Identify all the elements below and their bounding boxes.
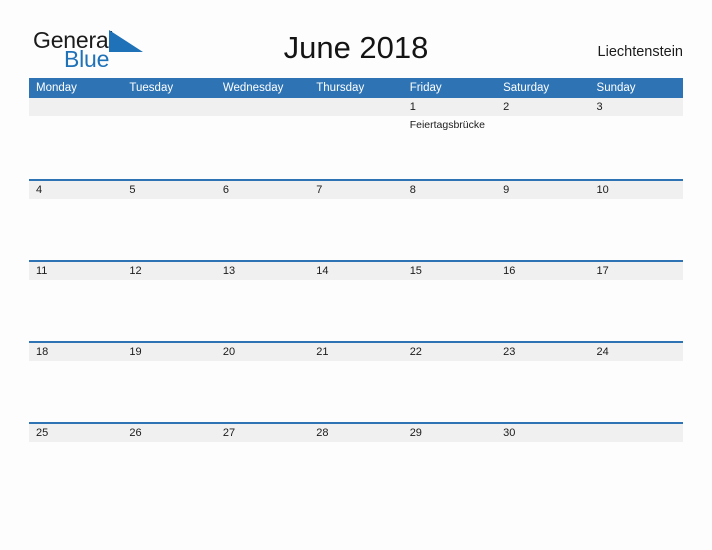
weekday-sunday: Sunday (596, 82, 636, 94)
day-number: 7 (316, 184, 323, 196)
week-row: 25 26 27 28 29 30 (29, 422, 683, 503)
day-cell[interactable]: 12 (122, 262, 215, 341)
day-cell[interactable]: 11 (29, 262, 122, 341)
day-number: 28 (316, 427, 329, 439)
day-cell[interactable] (29, 98, 122, 179)
day-number: 5 (129, 184, 136, 196)
day-cell[interactable]: 1 Feiertagsbrücke (403, 98, 496, 179)
page-header: General Blue June 2018 Liechtenstein (0, 0, 712, 76)
day-cell[interactable]: 9 (496, 181, 589, 260)
weekday-saturday: Saturday (503, 82, 550, 94)
day-number: 4 (36, 184, 43, 196)
day-cell[interactable]: 22 (403, 343, 496, 422)
day-cell[interactable]: 25 (29, 424, 122, 503)
day-number (129, 101, 215, 114)
day-number: 14 (316, 265, 329, 277)
day-cell[interactable]: 29 (403, 424, 496, 503)
day-cell[interactable]: 21 (309, 343, 402, 422)
day-number: 17 (596, 265, 609, 277)
weekday-wednesday: Wednesday (222, 82, 284, 94)
week-row: 4 5 6 7 8 9 10 (29, 179, 683, 260)
day-number: 3 (596, 101, 603, 113)
day-number: 25 (36, 427, 49, 439)
region-label: Liechtenstein (597, 44, 683, 60)
day-cell[interactable] (122, 98, 215, 179)
day-cell[interactable]: 5 (122, 181, 215, 260)
day-number: 18 (36, 346, 49, 358)
day-cell[interactable]: 24 (590, 343, 683, 422)
day-number: 22 (409, 346, 422, 358)
day-number: 23 (503, 346, 516, 358)
day-cell[interactable]: 20 (216, 343, 309, 422)
day-number: 29 (409, 427, 422, 439)
day-number: 26 (129, 427, 142, 439)
calendar-page: General Blue June 2018 Liechtenstein Mon… (0, 0, 712, 550)
day-number: 24 (596, 346, 609, 358)
day-number: 2 (503, 101, 510, 113)
day-number: 13 (222, 265, 236, 277)
day-cell[interactable] (309, 98, 402, 179)
day-number: 27 (222, 427, 236, 439)
weekday-header-row: Monday Tuesday Wednesday Thursday Friday… (29, 78, 683, 98)
weekday-thursday: Thursday (316, 82, 365, 94)
day-cell[interactable]: 16 (496, 262, 589, 341)
week-row: 18 19 20 21 22 23 24 (29, 341, 683, 422)
day-number: 19 (129, 346, 142, 358)
day-number: 15 (409, 265, 422, 277)
calendar-grid: Monday Tuesday Wednesday Thursday Friday… (29, 78, 683, 503)
day-number: 8 (409, 184, 416, 196)
day-number: 21 (316, 346, 329, 358)
day-cell[interactable]: 18 (29, 343, 122, 422)
weekday-friday: Friday (409, 82, 442, 94)
day-cell[interactable]: 8 (403, 181, 496, 260)
day-number: 12 (129, 265, 142, 277)
day-cell[interactable]: 27 (216, 424, 309, 503)
day-number: 16 (503, 265, 516, 277)
day-event: Feiertagsbrücke (409, 119, 485, 131)
day-cell[interactable]: 26 (122, 424, 215, 503)
day-cell[interactable]: 4 (29, 181, 122, 260)
day-number (316, 101, 402, 114)
day-number (36, 101, 122, 114)
day-number: 10 (596, 184, 609, 196)
day-cell[interactable]: 30 (496, 424, 589, 503)
day-number (223, 101, 309, 114)
day-cell[interactable]: 3 (590, 98, 683, 179)
weekday-tuesday: Tuesday (129, 82, 174, 94)
day-number: 6 (222, 184, 229, 196)
week-row: 1 Feiertagsbrücke 2 3 (29, 98, 683, 179)
day-cell[interactable] (590, 424, 683, 503)
day-cell[interactable] (216, 98, 309, 179)
day-cell[interactable]: 28 (309, 424, 402, 503)
weekday-monday: Monday (36, 82, 77, 94)
day-number: 20 (222, 346, 236, 358)
day-cell[interactable]: 7 (309, 181, 402, 260)
day-cell[interactable]: 17 (590, 262, 683, 341)
day-cell[interactable]: 10 (590, 181, 683, 260)
day-number: 30 (503, 427, 516, 439)
day-number: 1 (409, 101, 416, 113)
week-row: 11 12 13 14 15 16 17 (29, 260, 683, 341)
day-number: 9 (503, 184, 510, 196)
day-cell[interactable]: 23 (496, 343, 589, 422)
day-cell[interactable]: 6 (216, 181, 309, 260)
day-cell[interactable]: 15 (403, 262, 496, 341)
day-cell[interactable]: 14 (309, 262, 402, 341)
day-cell[interactable]: 19 (122, 343, 215, 422)
day-number: 11 (36, 265, 48, 277)
day-cell[interactable]: 13 (216, 262, 309, 341)
day-cell[interactable]: 2 (496, 98, 589, 179)
